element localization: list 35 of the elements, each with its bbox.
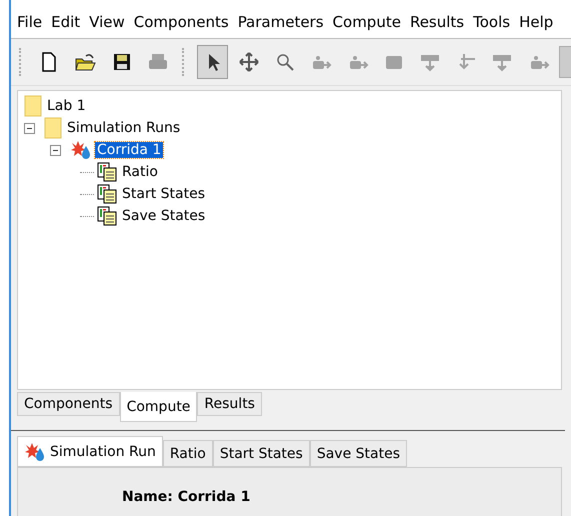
tab[interactable]: Start States	[212, 440, 310, 467]
menu-item[interactable]: Components	[134, 13, 229, 38]
tab[interactable]: Simulation Run	[17, 436, 163, 467]
tree-item[interactable]: Lab 1	[45, 98, 88, 114]
menu-item[interactable]: Tools	[473, 13, 510, 38]
document-icon	[97, 206, 117, 226]
tree-item[interactable]: Simulation Runs	[65, 120, 182, 136]
tree-item[interactable]: Ratio	[120, 164, 160, 180]
tree-item[interactable]: Start States	[120, 186, 208, 202]
folder-icon	[44, 117, 62, 139]
document-icon	[97, 184, 117, 204]
tab[interactable]: Compute	[120, 392, 198, 422]
menu-item[interactable]: Parameters	[238, 13, 324, 38]
tab[interactable]: Results	[197, 392, 262, 416]
menu-item[interactable]: Results	[410, 13, 464, 38]
toolbar-button[interactable]	[197, 45, 228, 79]
document-icon	[97, 162, 117, 182]
tree-item[interactable]: Corrida 1	[95, 142, 164, 158]
tree-item[interactable]: Save States	[120, 208, 208, 224]
tab[interactable]: Components	[17, 392, 120, 416]
menu-item[interactable]: Edit	[51, 13, 80, 38]
burst-drop-icon	[70, 140, 92, 160]
tab[interactable]: Ratio	[162, 440, 213, 467]
run-name-label: Name: Corrida 1	[122, 489, 250, 505]
tab[interactable]: Save States	[310, 440, 408, 467]
folder-icon	[24, 95, 42, 117]
collapse-icon[interactable]	[50, 144, 61, 156]
open-folder-icon	[74, 51, 96, 73]
menu-item[interactable]: File	[17, 13, 42, 38]
move-icon	[238, 51, 260, 73]
menu-item[interactable]: Help	[519, 13, 554, 38]
burst-drop-icon	[24, 442, 46, 462]
menu-item[interactable]: Compute	[332, 13, 401, 38]
menu-item[interactable]: View	[89, 13, 125, 38]
collapse-icon[interactable]	[24, 122, 35, 134]
